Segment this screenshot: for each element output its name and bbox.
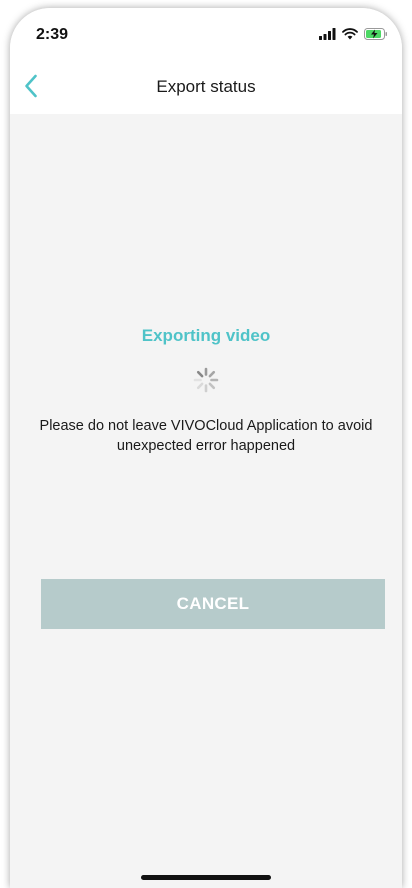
export-status-content: Exporting video Please do not leave VIVO… (10, 114, 402, 888)
phone-screen: 2:39 Export status Exporting video Pleas… (10, 8, 402, 888)
cancel-button[interactable]: CANCEL (41, 579, 385, 629)
navigation-bar: Export status (10, 64, 402, 114)
status-bar: 2:39 (10, 8, 402, 64)
status-icons (319, 28, 388, 44)
status-time: 2:39 (36, 26, 69, 43)
page-title: Export status (156, 77, 256, 96)
battery-charging-icon (364, 27, 388, 45)
warning-message: Please do not leave VIVOCloud Applicatio… (39, 418, 373, 454)
export-heading: Exporting video (141, 326, 271, 345)
signal-icon (319, 27, 336, 45)
wifi-icon (342, 27, 358, 45)
home-indicator[interactable] (141, 875, 271, 880)
loading-spinner-icon (192, 366, 220, 394)
